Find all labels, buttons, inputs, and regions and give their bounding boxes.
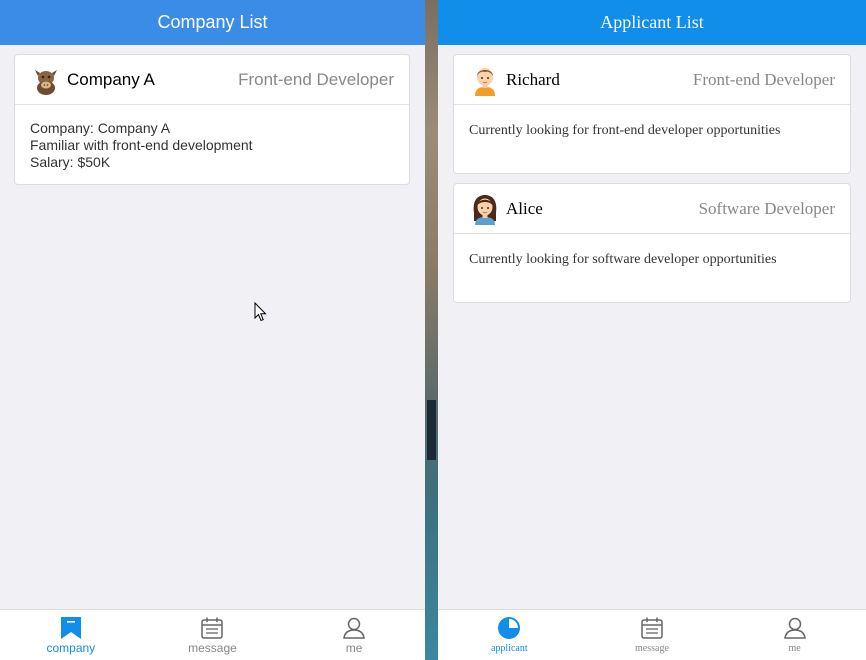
tab-label: message: [188, 641, 237, 655]
mouse-cursor-icon: [254, 302, 267, 322]
requirement-line: Familiar with front-end development: [30, 137, 253, 153]
card-body: Currently looking for front-end develope…: [454, 105, 850, 154]
applicant-card[interactable]: Alice Software Developer Currently looki…: [453, 183, 851, 303]
card-header: Company A Front-end Developer: [15, 55, 409, 105]
tab-me[interactable]: me: [283, 610, 425, 660]
applicant-description: Currently looking for front-end develope…: [469, 123, 781, 138]
pie-chart-icon: [498, 617, 521, 639]
card-header: Alice Software Developer: [454, 184, 850, 234]
company-name: Company A: [67, 70, 155, 89]
card-header: Richard Front-end Developer: [454, 55, 850, 105]
applicant-list-window: Applicant List Richard Front-end Develop…: [438, 0, 866, 660]
desktop-background: [425, 0, 438, 660]
calendar-icon: [201, 617, 224, 639]
applicant-description: Currently looking for software developer…: [469, 252, 777, 267]
company-card[interactable]: Company A Front-end Developer Company: C…: [14, 54, 410, 185]
tab-message[interactable]: message: [142, 610, 284, 660]
card-body: Currently looking for software developer…: [454, 234, 850, 283]
tab-label: me: [788, 643, 801, 654]
girl-avatar-icon: [473, 195, 497, 225]
tab-bar: applicant message me: [438, 609, 866, 660]
tab-me[interactable]: me: [723, 610, 866, 660]
applicant-name: Alice: [506, 199, 543, 218]
tab-bar: company message me: [0, 609, 425, 660]
cow-avatar-icon: [35, 70, 57, 95]
job-position: Front-end Developer: [238, 70, 394, 89]
tab-label: applicant: [490, 643, 528, 654]
tab-applicant[interactable]: applicant: [438, 610, 581, 660]
user-icon: [343, 617, 365, 639]
tab-message[interactable]: message: [581, 610, 724, 660]
company-line: Company: Company A: [30, 120, 171, 136]
job-position: Front-end Developer: [692, 70, 835, 89]
tab-label: company: [46, 641, 96, 655]
bookmark-icon: [60, 617, 81, 639]
page-title: Company List: [0, 0, 425, 45]
boy-avatar-icon: [475, 68, 495, 96]
user-icon: [783, 617, 806, 639]
applicant-name: Richard: [506, 70, 560, 89]
calendar-icon: [641, 617, 663, 639]
card-body: Company: Company A Familiar with front-e…: [15, 105, 409, 186]
tab-label: message: [635, 643, 669, 654]
company-list-window: Company List Company A Front-end Develop…: [0, 0, 425, 660]
tab-company[interactable]: company: [0, 610, 142, 660]
job-position: Software Developer: [698, 199, 835, 218]
salary-line: Salary: $50K: [30, 154, 111, 170]
applicant-card[interactable]: Richard Front-end Developer Currently lo…: [453, 54, 851, 174]
page-title: Applicant List: [438, 0, 866, 45]
tab-label: me: [345, 641, 363, 655]
